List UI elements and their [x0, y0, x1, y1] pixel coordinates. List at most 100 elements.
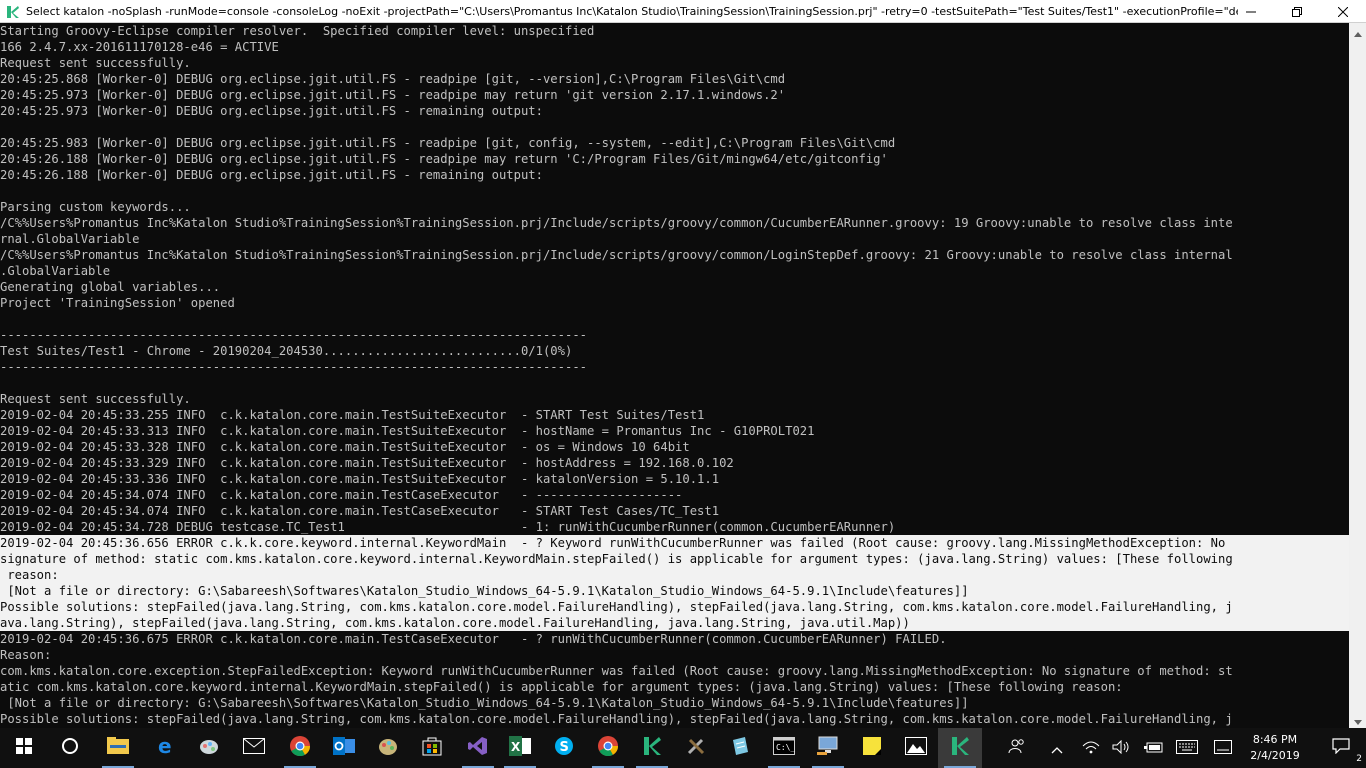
network-computer-icon	[817, 736, 839, 760]
console-line-selected: [Not a file or directory: G:\Sabareesh\S…	[0, 583, 1349, 599]
sticky-notes-icon	[862, 736, 882, 760]
scroll-up-arrow-icon	[1353, 22, 1362, 41]
minimize-icon	[1246, 2, 1256, 21]
console-line: Parsing custom keywords...	[0, 200, 191, 214]
taskbar-button-windows-start[interactable]	[0, 728, 48, 768]
file-explorer-icon	[107, 737, 129, 759]
console-line: 2019-02-04 20:45:33.329 INFO c.k.katalon…	[0, 456, 734, 470]
tray-keyboard-button[interactable]	[1170, 728, 1204, 768]
tray-chevron-up-button[interactable]	[1040, 728, 1074, 768]
console-line: 20:45:26.188 [Worker-0] DEBUG org.eclips…	[0, 152, 888, 166]
notification-count: 2	[1356, 754, 1362, 764]
tray-volume-button[interactable]	[1104, 728, 1138, 768]
console-line: 20:45:26.188 [Worker-0] DEBUG org.eclips…	[0, 168, 543, 182]
minimize-button[interactable]	[1228, 0, 1274, 23]
cortana-search-icon	[61, 737, 79, 759]
console-line: .GlobalVariable	[0, 264, 111, 278]
close-button[interactable]	[1320, 0, 1366, 23]
people-icon	[1008, 738, 1026, 758]
scroll-down-button[interactable]	[1349, 711, 1366, 728]
store-icon	[422, 736, 442, 760]
svg-text:S: S	[560, 740, 569, 755]
notification-center-icon	[1332, 738, 1350, 758]
console-line: 2019-02-04 20:45:33.336 INFO c.k.katalon…	[0, 472, 720, 486]
console-line-selected: ava.lang.String), stepFailed(java.lang.S…	[0, 615, 1349, 631]
console-line: Request sent successfully.	[0, 392, 191, 406]
vertical-scrollbar[interactable]	[1349, 23, 1366, 728]
tray-wifi-button[interactable]	[1074, 728, 1108, 768]
console-line: Test Suites/Test1 - Chrome - 20190204_20…	[0, 344, 573, 358]
maximize-icon	[1292, 2, 1302, 21]
edge-icon: e	[156, 734, 176, 760]
taskbar-button-chrome[interactable]	[586, 728, 630, 768]
taskbar-button-file-explorer[interactable]	[96, 728, 140, 768]
console-line: 166 2.4.7.xx-201611170128-e46 = ACTIVE	[0, 40, 279, 54]
battery-icon	[1143, 739, 1163, 758]
taskbar-button-skype[interactable]: S	[542, 728, 586, 768]
maximize-button[interactable]	[1274, 0, 1320, 23]
taskbar-button-network-computer[interactable]	[806, 728, 850, 768]
console-line-selected: 2019-02-04 20:45:36.656 ERROR c.k.k.core…	[0, 535, 1349, 551]
scroll-up-button[interactable]	[1349, 23, 1366, 40]
taskbar-button-chrome[interactable]	[278, 728, 322, 768]
chrome-icon	[290, 736, 311, 760]
svg-text:e: e	[158, 736, 172, 756]
paint-palette-icon	[378, 736, 398, 760]
tray-ime-button[interactable]	[1206, 728, 1240, 768]
taskbar-button-edge[interactable]: e	[144, 728, 188, 768]
taskbar-button-tools[interactable]	[674, 728, 718, 768]
console-line: Request sent successfully.	[0, 56, 191, 70]
taskbar-button-cmd[interactable]: C:\_	[762, 728, 806, 768]
taskbar-button-katalon-console[interactable]	[938, 728, 982, 768]
taskbar-button-document[interactable]	[718, 728, 762, 768]
taskbar-button-visual-studio[interactable]	[456, 728, 500, 768]
notification-center-button[interactable]: 2	[1316, 728, 1366, 768]
taskbar-button-sticky-notes[interactable]	[850, 728, 894, 768]
windows-start-icon	[16, 738, 32, 758]
taskbar: e X S C:\_ 8:46 PM 2/4/2019 2	[0, 728, 1366, 768]
console-line: 2019-02-04 20:45:33.313 INFO c.k.katalon…	[0, 424, 815, 438]
console-line-selected: signature of method: static com.kms.kata…	[0, 551, 1349, 567]
taskbar-button-store[interactable]	[410, 728, 454, 768]
console-line: [Not a file or directory: G:\Sabareesh\S…	[0, 696, 969, 710]
taskbar-button-photos[interactable]	[894, 728, 938, 768]
scroll-down-arrow-icon	[1353, 710, 1362, 729]
visual-studio-icon	[468, 736, 488, 760]
console-line-selected: reason:	[0, 567, 1349, 583]
console-line: 2019-02-04 20:45:34.728 DEBUG testcase.T…	[0, 520, 896, 534]
console-line: Project 'TrainingSession' opened	[0, 296, 235, 310]
console-line: rnal.GlobalVariable	[0, 232, 140, 246]
console-line: 2019-02-04 20:45:36.675 ERROR c.k.katalo…	[0, 632, 947, 646]
console-line: ----------------------------------------…	[0, 328, 587, 342]
outlook-icon	[333, 736, 355, 760]
excel-icon: X	[509, 736, 531, 760]
volume-icon	[1112, 739, 1130, 758]
taskbar-button-paint-brush[interactable]	[188, 728, 232, 768]
clock[interactable]: 8:46 PM 2/4/2019	[1240, 728, 1310, 768]
katalon-icon	[642, 736, 662, 760]
close-icon	[1337, 2, 1349, 21]
katalon-icon	[6, 4, 20, 18]
console-output[interactable]: Starting Groovy-Eclipse compiler resolve…	[0, 23, 1349, 728]
taskbar-button-outlook[interactable]	[322, 728, 366, 768]
tray-battery-button[interactable]	[1136, 728, 1170, 768]
console-line: com.kms.katalon.core.exception.StepFaile…	[0, 664, 1233, 678]
console-line: 20:45:25.973 [Worker-0] DEBUG org.eclips…	[0, 104, 543, 118]
svg-text:X: X	[511, 740, 521, 754]
taskbar-button-katalon[interactable]	[630, 728, 674, 768]
taskbar-button-cortana-search[interactable]	[48, 728, 92, 768]
taskbar-button-excel[interactable]: X	[498, 728, 542, 768]
console-line: 2019-02-04 20:45:33.328 INFO c.k.katalon…	[0, 440, 690, 454]
wifi-icon	[1082, 739, 1100, 758]
tools-icon	[686, 736, 706, 760]
tray-people-button[interactable]	[1000, 728, 1034, 768]
taskbar-button-paint-palette[interactable]	[366, 728, 410, 768]
mail-icon	[243, 738, 265, 758]
console-line: 2019-02-04 20:45:34.074 INFO c.k.katalon…	[0, 488, 683, 502]
console-line-selected: Possible solutions: stepFailed(java.lang…	[0, 599, 1349, 615]
paint-brush-icon	[199, 736, 221, 760]
taskbar-button-mail[interactable]	[232, 728, 276, 768]
